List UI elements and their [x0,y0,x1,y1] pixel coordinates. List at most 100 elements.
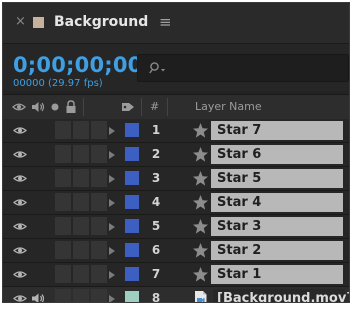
layer-number: 6 [151,243,161,257]
solo-toggle[interactable] [55,145,71,163]
star-shape-icon [193,243,208,258]
solo-toggle[interactable] [55,217,71,235]
lock-toggle[interactable] [73,217,89,235]
label-color-swatch[interactable] [125,291,139,302]
lock-toggle[interactable] [73,193,89,211]
expand-triangle-icon[interactable] [109,247,115,255]
expand-triangle-icon[interactable] [109,295,115,302]
star-shape-icon [193,267,208,282]
label-icon[interactable] [120,99,136,115]
layer-row[interactable]: 8 [Background.mov] [3,287,349,303]
layer-column-headers: # Layer Name [3,94,349,120]
shy-toggle[interactable] [91,217,107,235]
solo-toggle[interactable] [55,289,71,302]
star-shape-icon [193,171,208,186]
lock-toggle[interactable] [73,121,89,139]
layer-row[interactable]: 7 Star 1 [3,263,349,287]
lock-icon[interactable] [64,99,78,115]
shy-toggle[interactable] [91,121,107,139]
layer-row[interactable]: 2 Star 6 [3,143,349,167]
eye-icon[interactable] [13,269,27,280]
eye-icon[interactable] [13,197,27,208]
expand-triangle-icon[interactable] [109,127,115,135]
panel-tab[interactable]: × Background ≡ [3,3,349,44]
layer-name[interactable]: Star 2 [211,241,343,260]
layer-name[interactable]: Star 1 [211,265,343,284]
solo-toggle[interactable] [55,121,71,139]
lock-toggle[interactable] [73,241,89,259]
column-divider [83,98,84,116]
expand-triangle-icon[interactable] [109,175,115,183]
layer-row[interactable]: 6 Star 2 [3,239,349,263]
audio-icon[interactable] [30,99,46,115]
lock-toggle[interactable] [73,169,89,187]
column-divider [141,98,142,116]
layer-row[interactable]: 1 Star 7 [3,119,349,143]
eye-icon[interactable] [13,245,27,256]
layer-name[interactable]: Star 4 [211,193,343,212]
eye-icon[interactable] [13,173,27,184]
shy-toggle[interactable] [91,265,107,283]
current-time-display[interactable]: 0;00;00;00 [13,53,142,77]
solo-toggle[interactable] [55,265,71,283]
star-shape-icon [193,147,208,162]
expand-triangle-icon[interactable] [109,199,115,207]
shy-toggle[interactable] [91,241,107,259]
layer-name[interactable]: Star 3 [211,217,343,236]
layer-name[interactable]: Star 7 [211,121,343,140]
eye-icon[interactable] [12,99,26,115]
star-shape-icon [193,219,208,234]
label-color-swatch[interactable] [125,195,139,209]
expand-triangle-icon[interactable] [109,223,115,231]
expand-triangle-icon[interactable] [109,271,115,279]
label-color-swatch[interactable] [125,147,139,161]
layer-row[interactable]: 4 Star 4 [3,191,349,215]
solo-icon[interactable] [50,99,60,115]
layer-name[interactable]: [Background.mov] [213,289,349,302]
layer-name-header[interactable]: Layer Name [195,99,262,115]
lock-toggle[interactable] [73,289,89,302]
solo-toggle[interactable] [55,169,71,187]
eye-icon[interactable] [13,293,27,303]
layer-name[interactable]: Star 6 [211,145,343,164]
frame-rate-display: 00000 (29.97 fps) [13,78,103,89]
eye-icon[interactable] [13,221,27,232]
audio-icon[interactable] [31,292,47,303]
lock-toggle[interactable] [73,265,89,283]
layer-row[interactable]: 3 Star 5 [3,167,349,191]
panel-menu-icon[interactable]: ≡ [159,13,172,31]
shy-toggle[interactable] [91,289,107,302]
layer-number: 8 [151,291,161,303]
label-color-swatch[interactable] [125,123,139,137]
expand-triangle-icon[interactable] [109,151,115,159]
eye-icon[interactable] [13,125,27,136]
layer-number: 5 [151,219,161,233]
lock-toggle[interactable] [73,145,89,163]
label-color-swatch[interactable] [125,243,139,257]
composition-color-swatch [33,17,44,28]
solo-toggle[interactable] [55,193,71,211]
composition-panel: × Background ≡ 0;00;00;00 00000 (29.97 f… [2,2,350,303]
label-color-swatch[interactable] [125,267,139,281]
label-color-swatch[interactable] [125,219,139,233]
footage-file-icon [195,291,207,302]
panel-title[interactable]: Background [54,12,148,32]
close-icon[interactable]: × [15,15,26,29]
layer-name[interactable]: Star 5 [211,169,343,188]
layer-row[interactable]: 5 Star 3 [3,215,349,239]
shy-toggle[interactable] [91,193,107,211]
layer-number: 3 [151,171,161,185]
layer-number-header[interactable]: # [150,99,159,115]
star-shape-icon [193,195,208,210]
layer-list: 1 Star 7 2 Star 6 3 Star 5 4 Star 4 5 St… [3,119,349,303]
column-divider [167,98,168,116]
layer-number: 2 [151,147,161,161]
eye-icon[interactable] [13,149,27,160]
search-input[interactable] [137,54,349,82]
shy-toggle[interactable] [91,145,107,163]
solo-toggle[interactable] [55,241,71,259]
label-color-swatch[interactable] [125,171,139,185]
shy-toggle[interactable] [91,169,107,187]
layer-number: 4 [151,195,161,209]
search-icon [149,62,165,74]
